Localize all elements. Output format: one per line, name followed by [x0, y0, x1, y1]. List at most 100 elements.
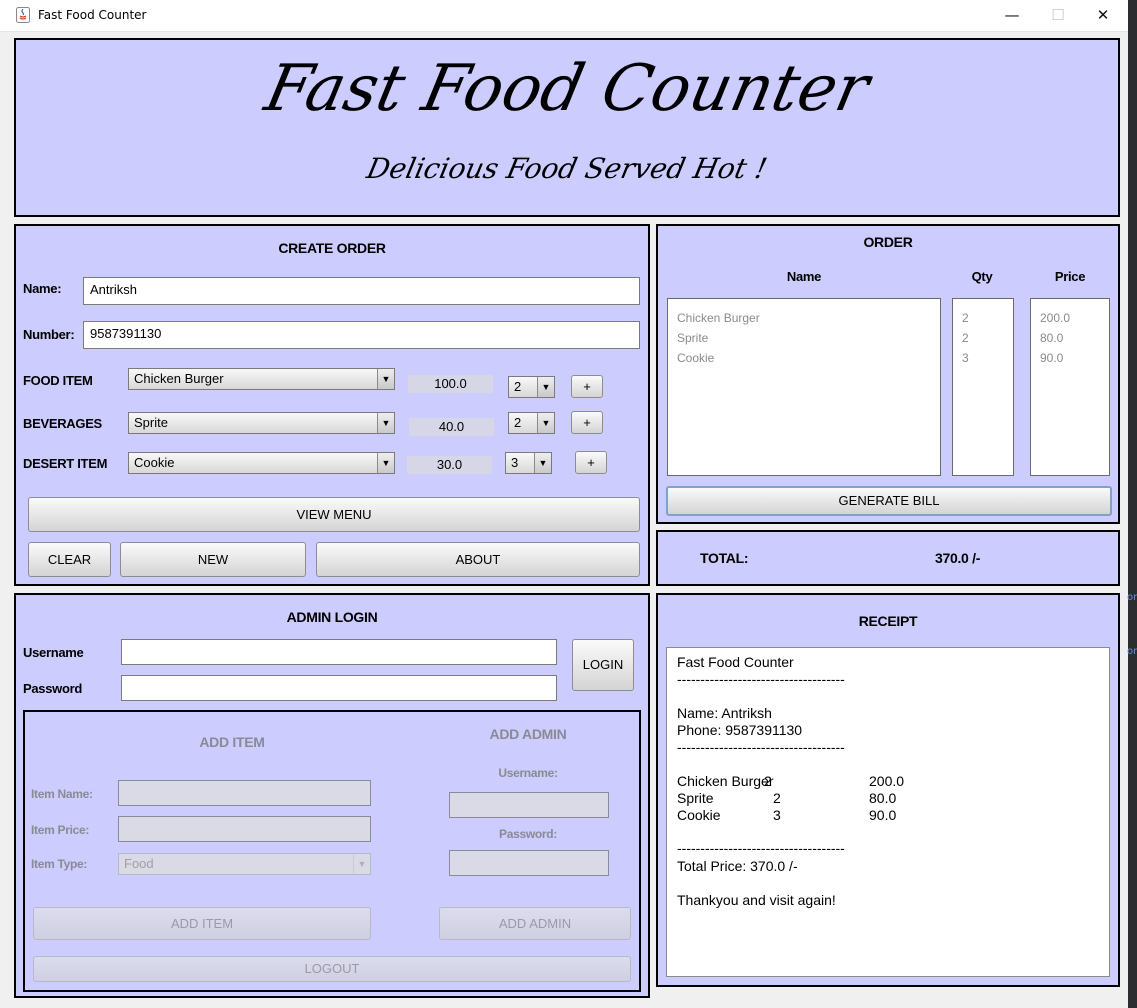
- order-panel: ORDER Name Qty Price Chicken Burger Spri…: [656, 224, 1120, 524]
- receipt-phone: Phone: 9587391130: [677, 722, 803, 738]
- add-admin-heading: ADD ADMIN: [489, 726, 567, 742]
- receipt-item-price: 200.0: [869, 773, 905, 789]
- desktop-background: [1128, 0, 1137, 1008]
- food-qty-select[interactable]: 2 ▼: [508, 376, 555, 398]
- food-qty-value: 2: [514, 379, 522, 394]
- receipt-heading: RECEIPT: [858, 613, 918, 629]
- name-input[interactable]: Antriksh: [83, 277, 640, 305]
- order-qty-list[interactable]: 2 2 3: [952, 298, 1014, 476]
- receipt-item-qty: 2: [764, 773, 772, 789]
- item-name-label: Item Name:: [31, 787, 93, 801]
- maximize-icon: ☐: [1051, 6, 1065, 24]
- item-name-input[interactable]: [118, 780, 371, 806]
- admin-username-input[interactable]: [449, 792, 609, 818]
- order-col-price: Price: [1054, 269, 1086, 284]
- chevron-down-icon: ▼: [537, 413, 554, 433]
- list-item[interactable]: Sprite: [677, 328, 940, 348]
- header-panel: Fast Food Counter Delicious Food Served …: [14, 38, 1120, 217]
- list-item[interactable]: 200.0: [1040, 308, 1109, 328]
- order-col-qty: Qty: [971, 269, 993, 284]
- order-price-list[interactable]: 200.0 80.0 90.0: [1030, 298, 1110, 476]
- list-item[interactable]: Cookie: [677, 348, 940, 368]
- close-icon: ✕: [1096, 6, 1110, 24]
- order-col-name: Name: [786, 269, 822, 284]
- app-window: Fast Food Counter — ☐ ✕ Fast Food Counte…: [0, 0, 1128, 1008]
- receipt-item-name: Chicken Burger: [677, 773, 774, 789]
- background-text-fragment: on: [1127, 646, 1137, 657]
- new-button[interactable]: NEW: [120, 542, 306, 577]
- chevron-down-icon: ▼: [534, 453, 551, 473]
- username-label: Username: [23, 645, 84, 660]
- app-title: Fast Food Counter: [258, 52, 876, 126]
- chevron-down-icon: ▼: [537, 377, 554, 397]
- chevron-down-icon: ▼: [353, 854, 370, 874]
- login-button[interactable]: LOGIN: [572, 639, 634, 691]
- add-admin-button[interactable]: ADD ADMIN: [439, 907, 631, 940]
- dessert-item-label: DESERT ITEM: [23, 456, 108, 471]
- about-button[interactable]: ABOUT: [316, 542, 640, 577]
- receipt-item-price: 80.0: [869, 790, 897, 806]
- maximize-button[interactable]: ☐: [1035, 0, 1081, 31]
- add-item-button[interactable]: ADD ITEM: [33, 907, 371, 940]
- list-item[interactable]: 3: [962, 348, 1013, 368]
- background-text-fragment: on: [1127, 592, 1137, 603]
- food-item-label: FOOD ITEM: [23, 373, 93, 388]
- add-item-heading: ADD ITEM: [199, 734, 265, 750]
- app-subtitle: Delicious Food Served Hot !: [363, 152, 771, 185]
- order-names-list[interactable]: Chicken Burger Sprite Cookie: [667, 298, 941, 476]
- item-type-select[interactable]: Food ▼: [118, 853, 371, 875]
- create-order-heading: CREATE ORDER: [278, 240, 386, 256]
- number-label: Number:: [23, 327, 75, 342]
- password-label: Password: [23, 681, 83, 696]
- beverage-select[interactable]: Sprite ▼: [128, 412, 395, 434]
- receipt-divider: ------------------------------------: [677, 671, 845, 687]
- food-add-button[interactable]: +: [571, 375, 603, 398]
- dessert-add-button[interactable]: +: [575, 451, 607, 474]
- receipt-name: Name: Antriksh: [677, 705, 772, 721]
- logout-button[interactable]: LOGOUT: [33, 956, 631, 982]
- minimize-icon: —: [1004, 6, 1020, 24]
- receipt-total: Total Price: 370.0 /-: [677, 858, 798, 874]
- list-item[interactable]: 2: [962, 328, 1013, 348]
- item-price-input[interactable]: [118, 816, 371, 842]
- title-bar: Fast Food Counter — ☐ ✕: [0, 0, 1128, 32]
- item-price-label: Item Price:: [31, 823, 90, 837]
- minimize-button[interactable]: —: [989, 0, 1035, 31]
- admin-tools-area: ADD ITEM Item Name: Item Price: Item Typ…: [23, 710, 641, 992]
- dessert-qty-select[interactable]: 3 ▼: [505, 452, 552, 474]
- beverage-qty-select[interactable]: 2 ▼: [508, 412, 555, 434]
- username-input[interactable]: [121, 639, 557, 665]
- generate-bill-button[interactable]: GENERATE BILL: [666, 486, 1112, 516]
- receipt-divider: ------------------------------------: [677, 739, 845, 755]
- close-button[interactable]: ✕: [1080, 0, 1126, 31]
- dessert-qty-value: 3: [511, 455, 519, 470]
- password-input[interactable]: [121, 675, 557, 701]
- dessert-value: Cookie: [134, 455, 175, 470]
- list-item[interactable]: 80.0: [1040, 328, 1109, 348]
- admin-password-input[interactable]: [449, 850, 609, 876]
- receipt-item-name: Sprite: [677, 790, 714, 806]
- number-input[interactable]: 9587391130: [83, 321, 640, 349]
- list-item[interactable]: 90.0: [1040, 348, 1109, 368]
- item-type-label: Item Type:: [31, 857, 88, 871]
- dessert-price: 30.0: [407, 456, 492, 474]
- dessert-select[interactable]: Cookie ▼: [128, 452, 395, 474]
- beverages-label: BEVERAGES: [23, 416, 102, 431]
- chevron-down-icon: ▼: [377, 453, 394, 473]
- beverage-value: Sprite: [134, 415, 168, 430]
- receipt-textarea[interactable]: Fast Food Counter ----------------------…: [666, 647, 1110, 977]
- total-label: TOTAL:: [700, 550, 749, 566]
- order-heading: ORDER: [863, 234, 913, 250]
- beverage-add-button[interactable]: +: [571, 411, 603, 434]
- list-item[interactable]: 2: [962, 308, 1013, 328]
- admin-login-heading: ADMIN LOGIN: [286, 609, 378, 625]
- receipt-item-qty: 2: [773, 790, 781, 806]
- clear-button[interactable]: CLEAR: [28, 542, 111, 577]
- list-item[interactable]: Chicken Burger: [677, 308, 940, 328]
- food-item-select[interactable]: Chicken Burger ▼: [128, 368, 395, 390]
- admin-username-label: Username:: [498, 766, 558, 780]
- view-menu-button[interactable]: VIEW MENU: [28, 497, 640, 532]
- admin-login-panel: ADMIN LOGIN Username Password LOGIN ADD …: [14, 593, 650, 998]
- receipt-item-qty: 3: [773, 807, 781, 823]
- chevron-down-icon: ▼: [377, 413, 394, 433]
